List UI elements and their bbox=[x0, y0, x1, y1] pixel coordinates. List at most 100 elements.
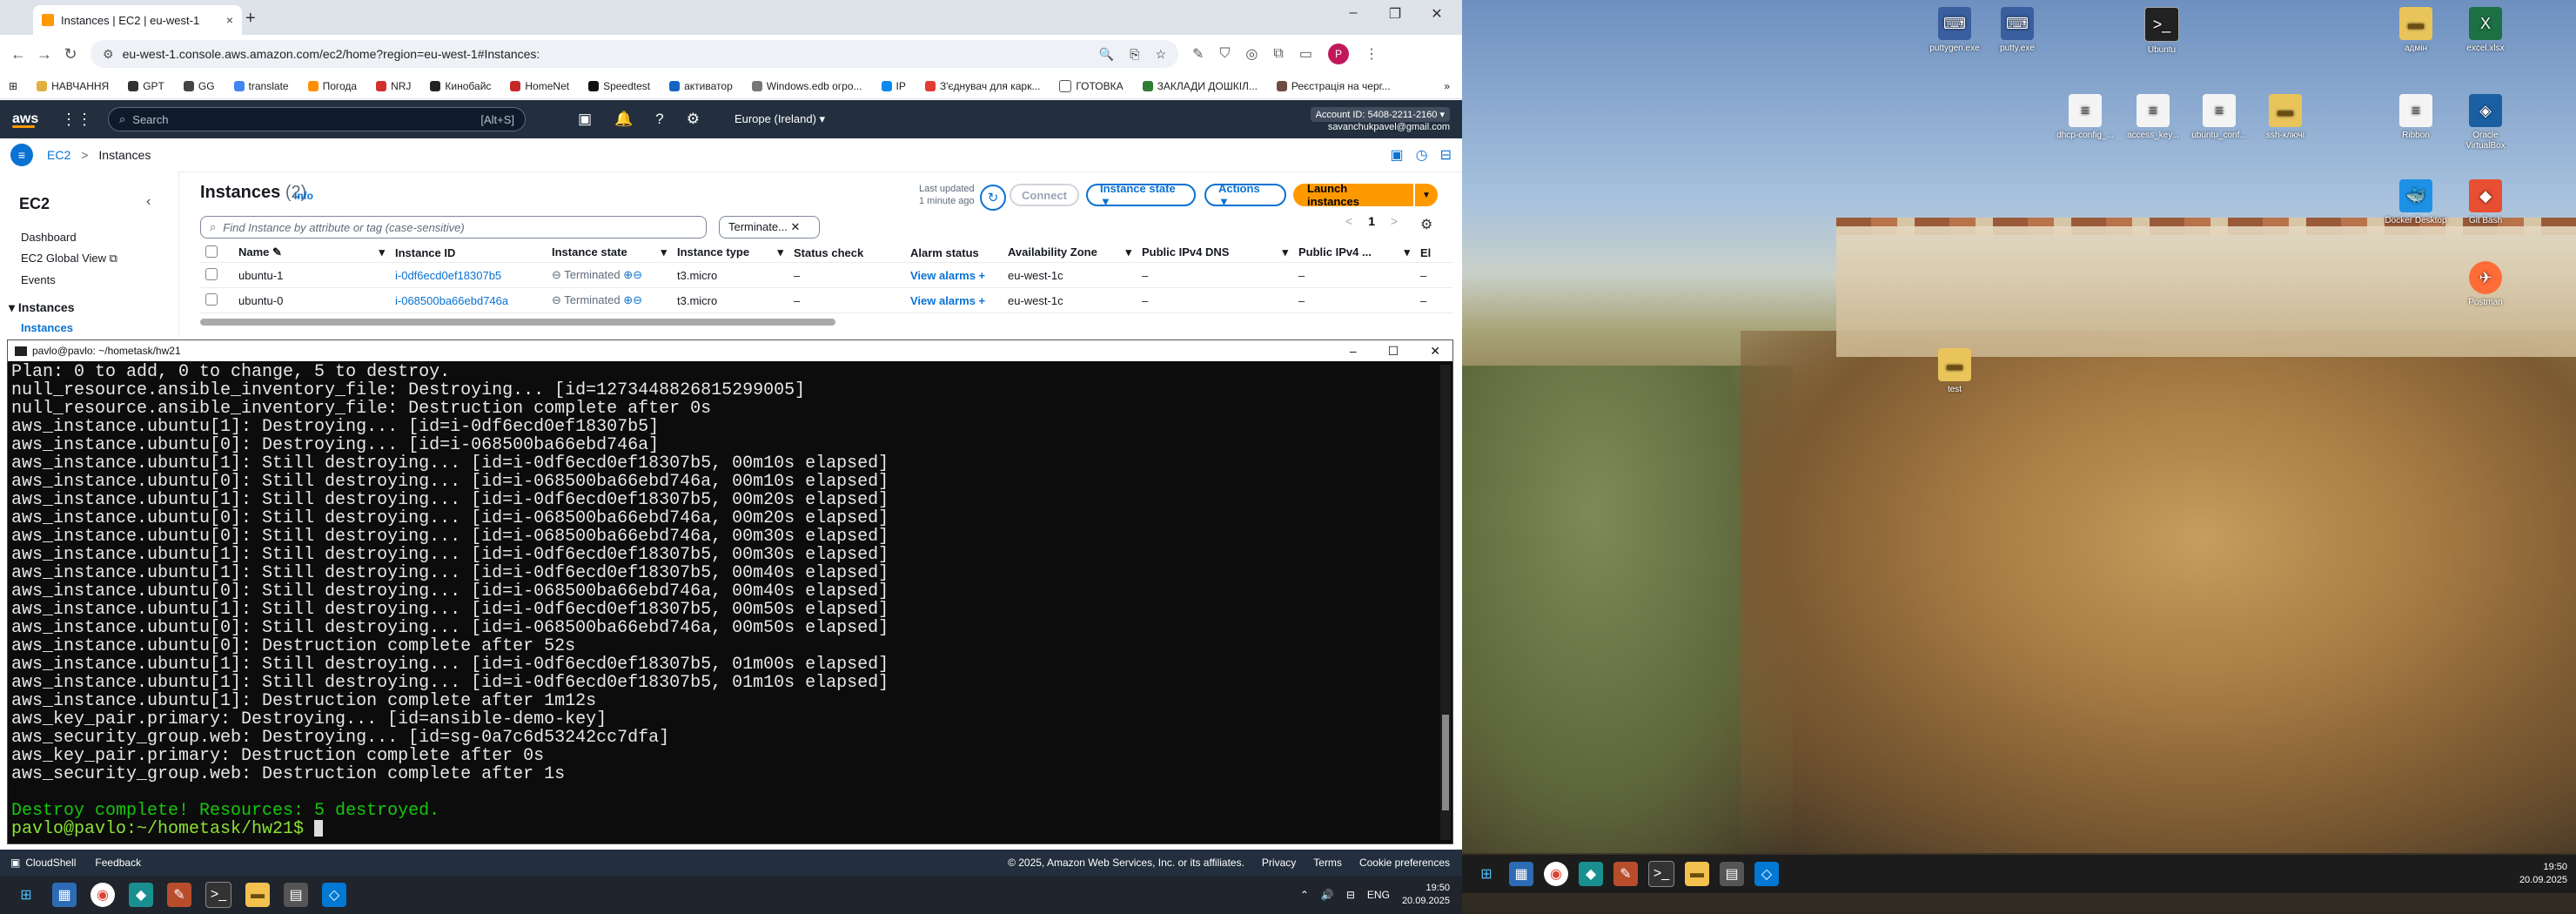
desktop-icon-postman[interactable]: ✈ Postman bbox=[2454, 261, 2517, 308]
terminal-titlebar[interactable]: pavlo@pavlo: ~/hometask/hw21 – ☐ ✕ bbox=[8, 340, 1452, 361]
vscode-icon[interactable]: ◇ bbox=[322, 883, 346, 907]
minimize-icon[interactable]: – bbox=[1340, 5, 1366, 21]
terminal-taskbar-icon[interactable]: >_ bbox=[1648, 861, 1674, 887]
clock-icon[interactable]: ◷ bbox=[1416, 146, 1428, 164]
bookmark-item[interactable]: HomeNet bbox=[510, 80, 569, 92]
desktop-icon-folder[interactable]: ▬ ssh-ключі bbox=[2254, 94, 2317, 141]
column-header[interactable]: Status check bbox=[788, 243, 905, 263]
cell-instance-id[interactable]: i-068500ba66ebd746a bbox=[390, 287, 547, 313]
chrome-icon[interactable]: ◉ bbox=[1544, 862, 1568, 886]
bookmark-item[interactable]: IP bbox=[881, 80, 906, 92]
profile-avatar[interactable]: P bbox=[1327, 44, 1349, 64]
page-number[interactable]: 1 bbox=[1368, 214, 1375, 228]
terminal-window[interactable]: pavlo@pavlo: ~/hometask/hw21 – ☐ ✕ Plan:… bbox=[7, 339, 1453, 844]
terminal-output[interactable]: Plan: 0 to add, 0 to change, 5 to destro… bbox=[11, 363, 1430, 840]
menu-kebab-icon[interactable]: ⋮ bbox=[1365, 45, 1379, 63]
table-row[interactable]: ubuntu-0 i-068500ba66ebd746a ⊖ Terminate… bbox=[200, 287, 1453, 313]
privacy-link[interactable]: Privacy bbox=[1262, 857, 1296, 869]
reload-icon[interactable]: ↻ bbox=[57, 45, 84, 64]
sidebar-item-events[interactable]: Events bbox=[21, 273, 56, 286]
table-horizontal-scrollbar[interactable] bbox=[200, 319, 835, 326]
app-icon[interactable]: ◆ bbox=[129, 883, 153, 907]
column-header[interactable]: Instance ID bbox=[390, 243, 547, 263]
more-bookmarks-icon[interactable]: » bbox=[1444, 80, 1450, 92]
info-link[interactable]: Info bbox=[294, 190, 313, 202]
clock[interactable]: 19:50 20.09.2025 bbox=[2519, 861, 2567, 887]
cookie-preferences-link[interactable]: Cookie preferences bbox=[1359, 857, 1450, 869]
windows-start-icon[interactable]: ⊞ bbox=[14, 883, 38, 907]
actions-button[interactable]: Actions ▼ bbox=[1204, 182, 1286, 208]
desktop-icon-file[interactable]: ≡ ubuntu_conf... bbox=[2188, 94, 2251, 141]
tools-panel-icon[interactable]: ⊟ bbox=[1440, 146, 1452, 164]
launch-instances-button[interactable]: Launch instances bbox=[1293, 182, 1413, 208]
column-header[interactable]: Public IPv4 DNS ▾ bbox=[1137, 243, 1293, 263]
maximize-icon[interactable]: ❐ bbox=[1382, 5, 1408, 23]
row-checkbox[interactable] bbox=[200, 287, 233, 313]
bookmark-item[interactable]: Windows.edb огро... bbox=[751, 80, 862, 92]
cloudshell-link[interactable]: CloudShell bbox=[25, 857, 76, 869]
sidebar-section-instances[interactable]: ▾ Instances bbox=[9, 300, 75, 315]
puzzle-icon[interactable]: ⧉ bbox=[1273, 46, 1283, 62]
services-grid-icon[interactable]: ⋮⋮ bbox=[61, 111, 92, 129]
breadcrumb-ec2[interactable]: EC2 bbox=[47, 148, 70, 162]
sidebar-item-global-view[interactable]: EC2 Global View ⧉ bbox=[21, 252, 117, 265]
aws-logo[interactable]: aws bbox=[12, 111, 47, 128]
vscode-icon[interactable]: ◇ bbox=[1754, 862, 1779, 886]
calculator-icon[interactable]: ▦ bbox=[52, 883, 77, 907]
column-header[interactable]: Public IPv4 ... ▾ bbox=[1293, 243, 1415, 263]
region-selector[interactable]: Europe (Ireland) ▾ bbox=[735, 112, 825, 126]
url-input[interactable]: ⚙ eu-west-1.console.aws.amazon.com/ec2/h… bbox=[91, 40, 1178, 68]
instance-state-button[interactable]: Instance state ▼ bbox=[1086, 182, 1196, 208]
row-checkbox[interactable] bbox=[200, 262, 233, 288]
cloudshell-footer-icon[interactable]: ▣ bbox=[10, 857, 20, 869]
winrar-icon[interactable]: ▤ bbox=[1720, 862, 1744, 886]
zoom-icon[interactable]: 🔍 bbox=[1099, 47, 1114, 62]
bookmark-item[interactable]: translate bbox=[233, 80, 289, 92]
windows-start-icon[interactable]: ⊞ bbox=[1474, 862, 1499, 886]
desktop-icon-excel[interactable]: Xexcel.xlsx bbox=[2454, 7, 2517, 54]
settings-gear-icon[interactable]: ⚙ bbox=[687, 111, 700, 128]
sidepanel-icon[interactable]: ▭ bbox=[1299, 45, 1312, 63]
terms-link[interactable]: Terms bbox=[1313, 857, 1342, 869]
winrar-icon[interactable]: ▤ bbox=[284, 883, 308, 907]
bookmark-item[interactable]: Кинобайс bbox=[430, 80, 491, 92]
connect-button[interactable]: Connect bbox=[1010, 184, 1079, 206]
cloudshell-icon[interactable]: ▣ bbox=[578, 111, 592, 128]
sidebar-item-instances[interactable]: Instances bbox=[21, 321, 73, 334]
desktop-icon-ubuntu[interactable]: >_ Ubuntu bbox=[2130, 7, 2193, 56]
tab-close-icon[interactable]: × bbox=[226, 13, 233, 27]
shield-icon[interactable]: ⛉ bbox=[1219, 46, 1230, 62]
terminal-scroll-thumb[interactable] bbox=[1442, 715, 1449, 810]
account-menu[interactable]: Account ID: 5408-2211-2160 ▾ savanchukpa… bbox=[1310, 106, 1450, 132]
bookmark-item[interactable]: Реєстрація на черг... bbox=[1276, 80, 1391, 92]
hamburger-menu-icon[interactable]: ≡ bbox=[10, 144, 33, 166]
launch-dropdown-button[interactable]: ▼ bbox=[1415, 184, 1438, 206]
chrome-icon[interactable]: ◉ bbox=[91, 883, 115, 907]
view-alarms-link[interactable]: View alarms + bbox=[905, 262, 1003, 288]
apps-grid-icon[interactable]: ⊞ bbox=[9, 80, 17, 92]
panel-toggle-icon[interactable]: ▣ bbox=[1391, 146, 1404, 164]
bookmark-item[interactable]: ЗАКЛАДИ ДОШКІЛ... bbox=[1142, 80, 1258, 92]
instance-filter-input[interactable]: ⌕ Find Instance by attribute or tag (cas… bbox=[200, 216, 707, 239]
sidebar-item-dashboard[interactable]: Dashboard bbox=[21, 231, 77, 244]
extension-icon[interactable]: ✎ bbox=[1192, 45, 1204, 63]
share-icon[interactable]: ⎘ bbox=[1130, 47, 1139, 62]
desktop-icon-test-folder[interactable]: ▬ test bbox=[1923, 348, 1986, 395]
new-tab-button[interactable]: + bbox=[245, 9, 256, 29]
back-icon[interactable]: ← bbox=[5, 45, 31, 64]
browser-tab-active[interactable]: Instances | EC2 | eu-west-1 × bbox=[33, 5, 242, 35]
terminal-maximize-icon[interactable]: ☐ bbox=[1388, 344, 1399, 359]
bookmark-item[interactable]: НАВЧАННЯ bbox=[37, 80, 109, 92]
terminal-close-icon[interactable]: ✕ bbox=[1430, 344, 1440, 359]
page-prev-icon[interactable]: < bbox=[1345, 214, 1352, 228]
view-alarms-link[interactable]: View alarms + bbox=[905, 287, 1003, 313]
cell-instance-id[interactable]: i-0df6ecd0ef18307b5 bbox=[390, 262, 547, 288]
file-explorer-icon[interactable]: ▬ bbox=[245, 883, 270, 907]
column-header[interactable]: Name ✎ ▾ bbox=[233, 243, 390, 263]
select-all-checkbox[interactable] bbox=[200, 243, 233, 263]
bookmark-item[interactable]: NRJ bbox=[376, 80, 411, 92]
notifications-bell-icon[interactable]: 🔔 bbox=[614, 111, 633, 128]
notepadpp-icon[interactable]: ✎ bbox=[167, 883, 191, 907]
desktop-icon-file[interactable]: ≡ Ribbon bbox=[2385, 94, 2447, 141]
terminal-taskbar-icon[interactable]: >_ bbox=[205, 882, 231, 908]
